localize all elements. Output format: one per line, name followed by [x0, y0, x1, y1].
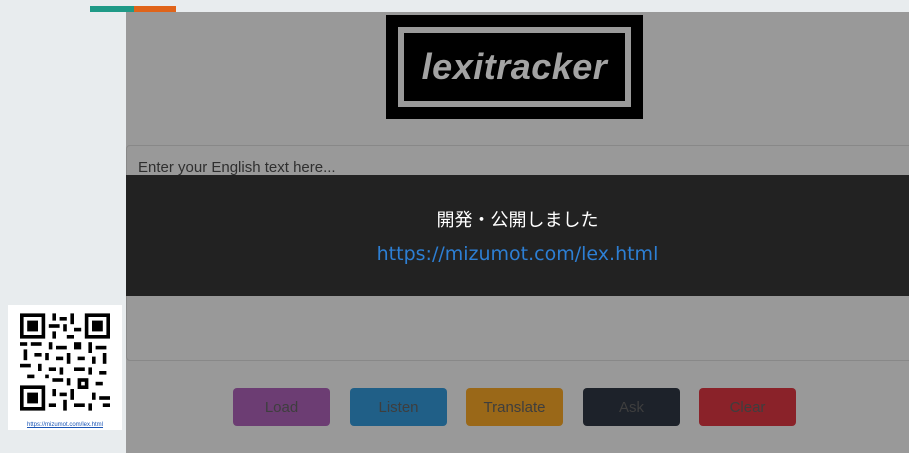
announcement-link[interactable]: https://mizumot.com/lex.html	[126, 243, 909, 265]
action-buttons: Load Listen Translate Ask Clear	[126, 388, 909, 426]
translate-button[interactable]: Translate	[466, 388, 563, 426]
app-logo-frame: lexitracker	[398, 27, 631, 107]
text-input-placeholder: Enter your English text here...	[138, 159, 336, 176]
load-button[interactable]: Load	[233, 388, 330, 426]
qr-code-caption-link[interactable]: https://mizumot.com/lex.html	[8, 422, 122, 428]
announcement-title: 開発・公開しました	[436, 210, 599, 231]
clear-button[interactable]: Clear	[699, 388, 796, 426]
app-logo: lexitracker	[386, 15, 643, 119]
qr-code-card: https://mizumot.com/lex.html	[8, 305, 122, 430]
announcement-banner: 開発・公開しました https://mizumot.com/lex.html	[126, 175, 909, 296]
qr-code-icon	[20, 313, 110, 411]
ask-button[interactable]: Ask	[583, 388, 680, 426]
listen-button[interactable]: Listen	[350, 388, 447, 426]
app-logo-text: lexitracker	[421, 46, 608, 87]
